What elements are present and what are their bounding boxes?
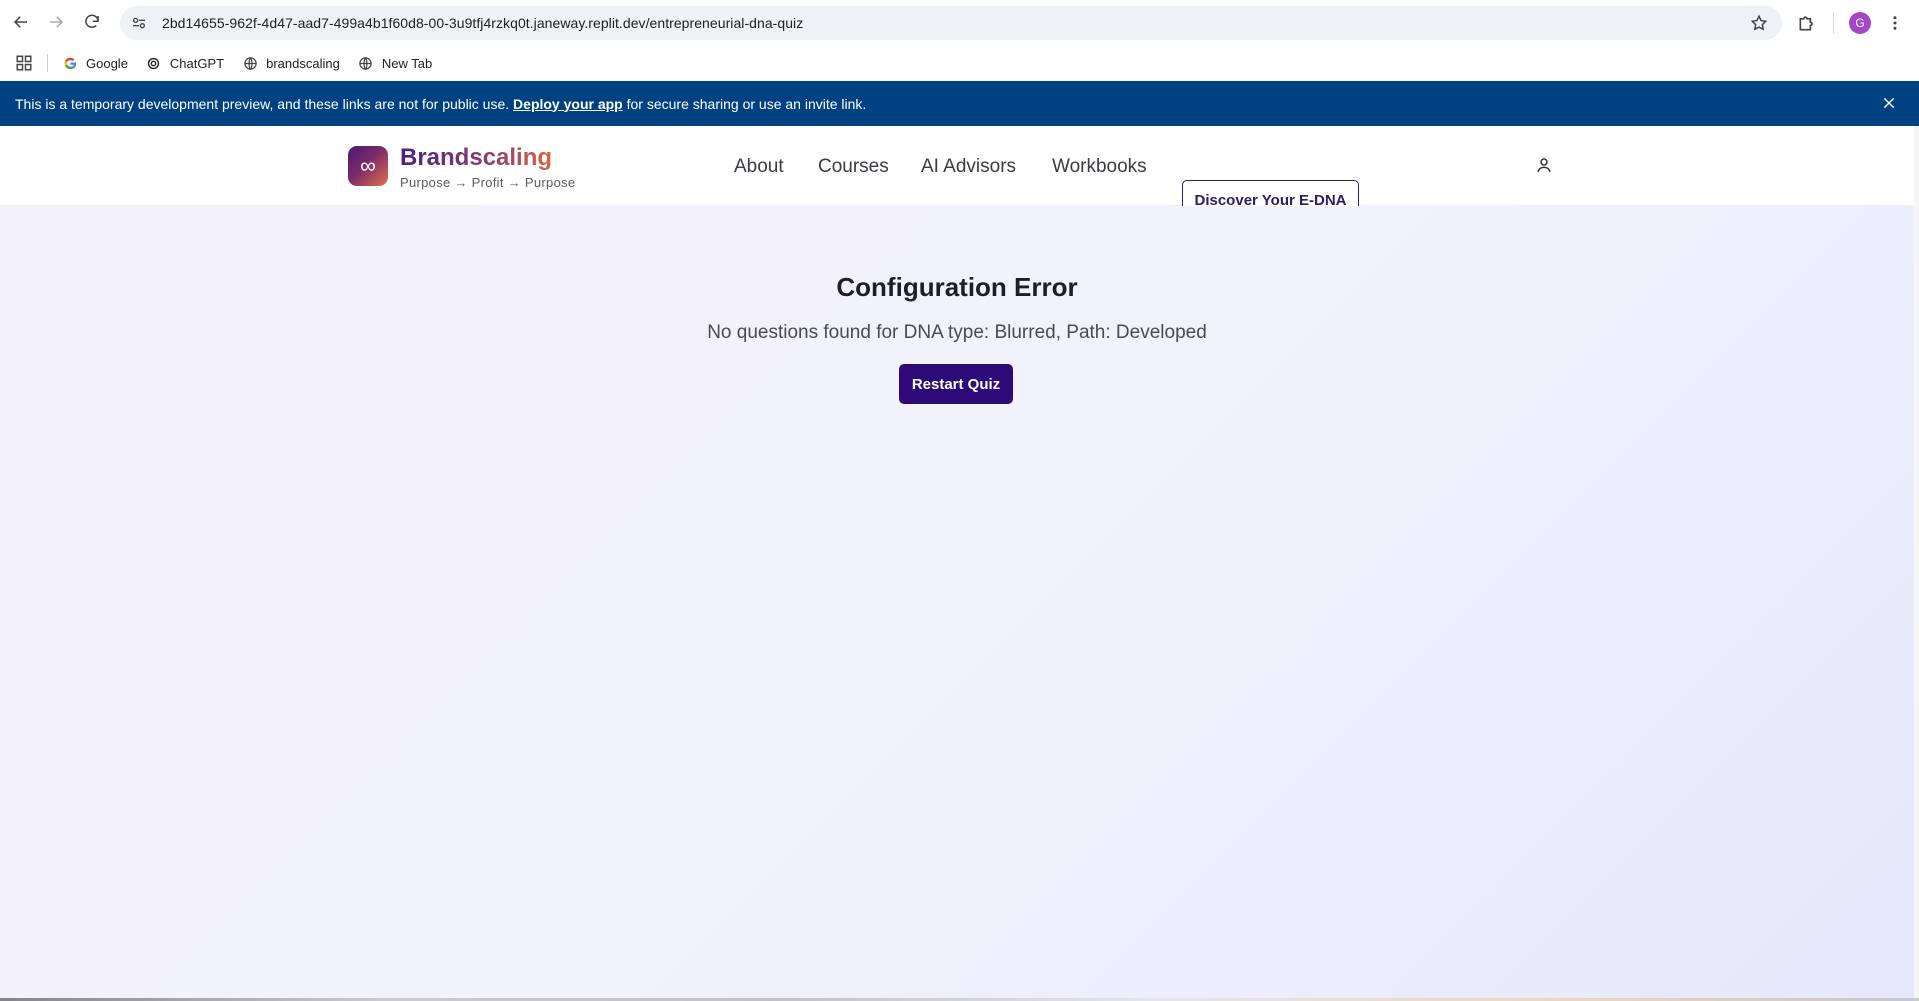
site-header: ∞ Brandscaling Purpose → Profit → Purpos… bbox=[0, 126, 1914, 206]
dev-preview-banner: This is a temporary development preview,… bbox=[0, 81, 1919, 126]
avatar: G bbox=[1849, 11, 1871, 34]
brand-name[interactable]: Brandscaling bbox=[400, 144, 552, 172]
bookmark-chatgpt[interactable]: ChatGPT bbox=[146, 55, 224, 71]
bookmark-label: ChatGPT bbox=[169, 55, 225, 71]
deploy-app-link[interactable]: Deploy your app bbox=[513, 96, 623, 112]
google-icon bbox=[62, 55, 78, 71]
main-content: Configuration Error No questions found f… bbox=[0, 206, 1914, 1001]
reload-button[interactable] bbox=[74, 4, 110, 40]
puzzle-icon bbox=[1799, 15, 1813, 30]
bookmark-label: brandscaling bbox=[266, 55, 340, 71]
globe-icon bbox=[242, 55, 258, 71]
infinity-logo-icon[interactable]: ∞ bbox=[348, 146, 388, 186]
close-icon[interactable] bbox=[1881, 95, 1897, 111]
toolbar-divider bbox=[1833, 12, 1834, 34]
apps-grid-icon[interactable] bbox=[15, 54, 33, 72]
arrow-right-icon bbox=[50, 16, 64, 28]
bookmark-new-tab[interactable]: New Tab bbox=[358, 55, 432, 71]
bookmark-brandscaling[interactable]: brandscaling bbox=[242, 55, 340, 71]
nav-workbooks[interactable]: Workbooks bbox=[1052, 156, 1147, 178]
chatgpt-icon bbox=[146, 55, 162, 71]
restart-quiz-button[interactable]: Restart Quiz bbox=[899, 364, 1013, 404]
nav-about[interactable]: About bbox=[734, 156, 784, 178]
page-scrollbar[interactable] bbox=[1914, 126, 1919, 1001]
error-message: No questions found for DNA type: Blurred… bbox=[707, 322, 1207, 343]
site-settings-icon[interactable] bbox=[130, 14, 148, 32]
address-bar[interactable]: 2bd14655-962f-4d47-aad7-499a4b1f60d8-00-… bbox=[120, 6, 1782, 40]
banner-text-after: for secure sharing or use an invite link… bbox=[626, 95, 867, 112]
nav-ai-advisors[interactable]: AI Advisors bbox=[921, 156, 1016, 178]
bookmark-label: New Tab bbox=[381, 55, 433, 71]
arrow-left-icon bbox=[13, 16, 27, 28]
browser-menu-button[interactable] bbox=[1886, 0, 1904, 45]
forward-button[interactable] bbox=[38, 4, 74, 40]
user-icon[interactable] bbox=[1535, 156, 1553, 174]
more-vertical-icon bbox=[1893, 15, 1897, 30]
back-button[interactable] bbox=[3, 4, 39, 40]
nav-courses[interactable]: Courses bbox=[818, 156, 889, 178]
bookmark-google[interactable]: Google bbox=[62, 55, 128, 71]
banner-text-before: This is a temporary development preview,… bbox=[15, 95, 510, 112]
bookmarks-divider bbox=[47, 54, 48, 72]
banner-message: This is a temporary development preview,… bbox=[15, 96, 866, 112]
browser-toolbar: 2bd14655-962f-4d47-aad7-499a4b1f60d8-00-… bbox=[0, 0, 1919, 45]
url-text[interactable]: 2bd14655-962f-4d47-aad7-499a4b1f60d8-00-… bbox=[162, 15, 803, 31]
bookmarks-bar: Google ChatGPT brandscaling New Tab bbox=[0, 45, 1919, 81]
globe-icon bbox=[358, 55, 374, 71]
error-title: Configuration Error bbox=[836, 272, 1078, 302]
star-icon[interactable] bbox=[1750, 14, 1768, 32]
profile-button[interactable]: G bbox=[1849, 0, 1871, 45]
extensions-button[interactable] bbox=[1793, 0, 1821, 45]
bookmark-label: Google bbox=[86, 55, 128, 71]
reload-icon bbox=[85, 14, 99, 29]
brand-tagline: Purpose → Profit → Purpose bbox=[400, 175, 576, 190]
